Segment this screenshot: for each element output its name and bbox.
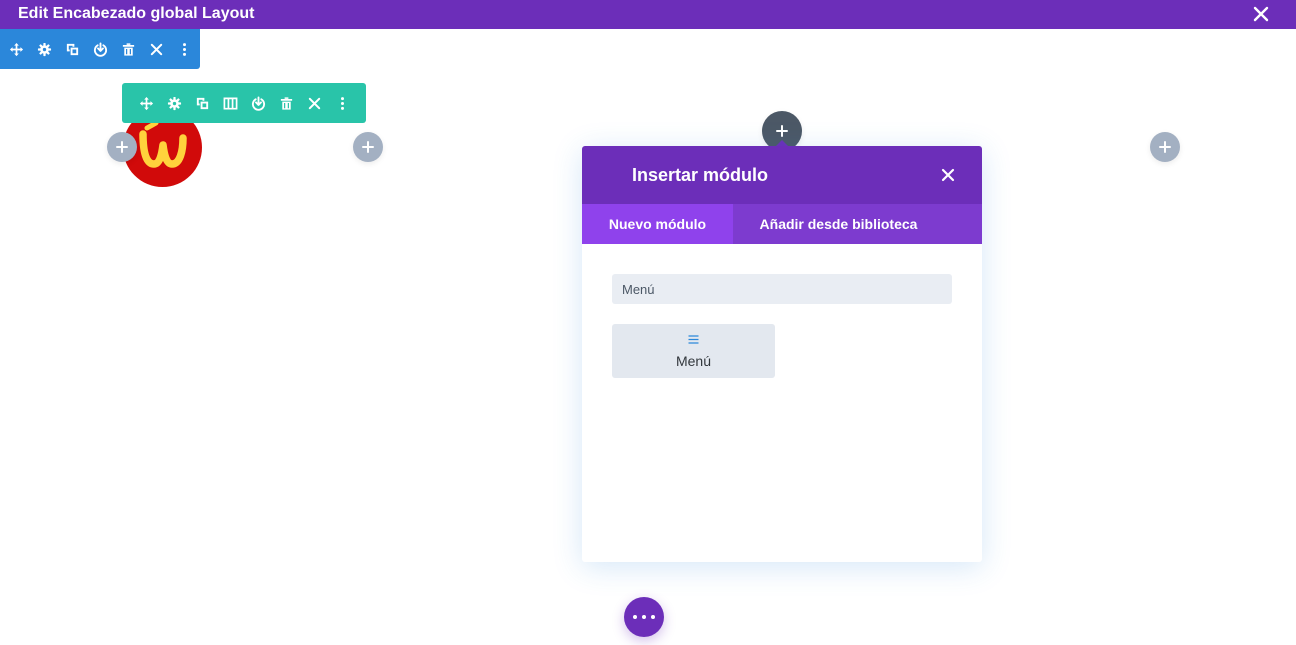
tab-new-module[interactable]: Nuevo módulo: [582, 204, 733, 244]
columns-icon: [223, 97, 237, 109]
section-settings-button[interactable]: [30, 29, 58, 69]
builder-canvas: Edit Encabezado global Layout Insertar m…: [0, 0, 1296, 645]
modal-header: Insertar módulo: [582, 146, 982, 204]
plus-icon: [776, 125, 788, 137]
close-icon: [150, 43, 162, 55]
title-bar: Edit Encabezado global Layout: [0, 0, 1296, 29]
more-icon: [182, 42, 186, 56]
row-move-button[interactable]: [132, 83, 160, 123]
plus-icon: [1159, 141, 1171, 153]
move-icon: [139, 96, 153, 110]
close-icon: [1253, 6, 1269, 22]
section-more-button[interactable]: [170, 29, 198, 69]
close-builder-button[interactable]: [1252, 5, 1270, 23]
add-module-button-col1[interactable]: [107, 132, 137, 162]
section-toolbar: [0, 29, 200, 69]
section-duplicate-button[interactable]: [58, 29, 86, 69]
module-option-label: Menú: [675, 353, 712, 369]
module-option-menu[interactable]: Menú: [612, 324, 775, 378]
section-close-button[interactable]: [142, 29, 170, 69]
plus-icon: [116, 141, 128, 153]
row-toolbar: [122, 83, 366, 123]
more-horizontal-icon: [631, 615, 658, 619]
delete-icon: [122, 42, 134, 56]
row-settings-button[interactable]: [160, 83, 188, 123]
more-icon: [340, 96, 344, 110]
plus-icon: [362, 141, 374, 153]
save-to-library-icon: [251, 95, 265, 111]
row-close-button[interactable]: [300, 83, 328, 123]
modal-title: Insertar módulo: [632, 165, 769, 185]
row-columns-button[interactable]: [216, 83, 244, 123]
row-delete-button[interactable]: [272, 83, 300, 123]
modal-close-button[interactable]: [940, 167, 956, 183]
tab-add-from-library[interactable]: Añadir desde biblioteca: [733, 204, 944, 244]
move-icon: [9, 42, 23, 56]
save-to-library-icon: [93, 41, 107, 57]
delete-icon: [280, 96, 292, 110]
builder-settings-button[interactable]: [624, 597, 664, 637]
duplicate-icon: [196, 97, 208, 109]
row-save-library-button[interactable]: [244, 83, 272, 123]
window-title: Edit Encabezado global Layout: [18, 5, 255, 22]
section-move-button[interactable]: [2, 29, 30, 69]
close-icon: [941, 168, 955, 182]
add-module-button-col2[interactable]: [353, 132, 383, 162]
duplicate-icon: [66, 43, 78, 55]
add-module-button-col4[interactable]: [1150, 132, 1180, 162]
modal-tabs: Nuevo módulo Añadir desde biblioteca: [582, 204, 982, 244]
insert-module-modal: Insertar módulo Nuevo módulo Añadir desd…: [582, 146, 982, 562]
settings-icon: [37, 42, 51, 56]
close-icon: [308, 97, 320, 109]
row-more-button[interactable]: [328, 83, 356, 123]
section-save-library-button[interactable]: [86, 29, 114, 69]
menu-icon: [688, 335, 699, 344]
settings-icon: [167, 96, 181, 110]
section-delete-button[interactable]: [114, 29, 142, 69]
module-search-input[interactable]: [612, 274, 952, 304]
row-duplicate-button[interactable]: [188, 83, 216, 123]
